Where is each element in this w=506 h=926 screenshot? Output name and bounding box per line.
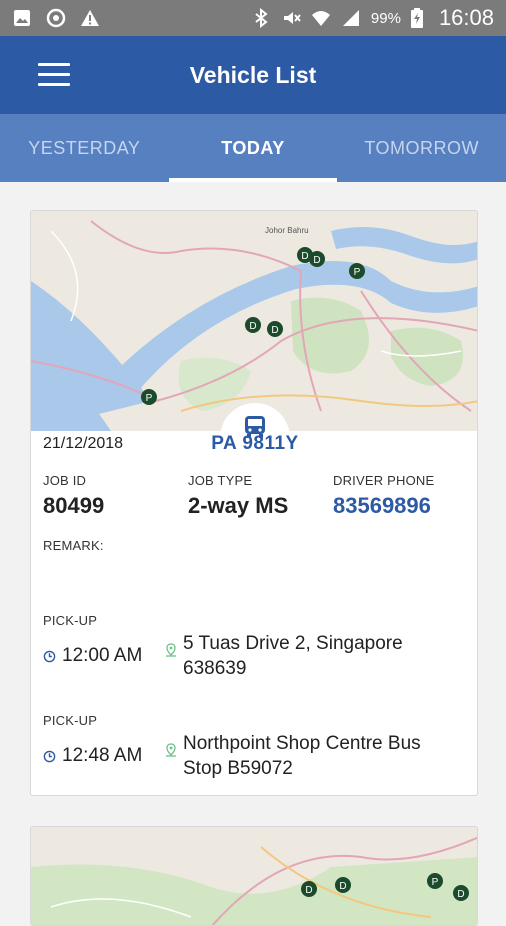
- pickup-address-line1: 5 Tuas Drive 2, Singapore: [183, 633, 403, 654]
- clock-icon: [43, 750, 56, 762]
- map-marker-d[interactable]: D: [267, 321, 283, 337]
- map-marker-d[interactable]: D: [301, 881, 317, 897]
- vehicle-plate: PA 9811Y: [211, 433, 299, 454]
- driver-phone-link[interactable]: 83569896: [333, 493, 431, 519]
- tab-tomorrow[interactable]: TOMORROW: [337, 114, 506, 182]
- svg-text:D: D: [313, 255, 320, 266]
- location-pin-icon: [166, 743, 176, 757]
- signal-icon: [342, 10, 359, 26]
- clock: 16:08: [438, 5, 494, 30]
- job-type-value: 2-way MS: [188, 493, 289, 518]
- tab-today[interactable]: TODAY: [168, 114, 338, 182]
- svg-text:D: D: [271, 325, 278, 336]
- pickup-address-line2: 638639: [183, 658, 247, 679]
- status-bar: 99% 16:08: [0, 0, 506, 36]
- warning-icon: [81, 10, 99, 26]
- map-city-label: Johor Bahru: [265, 226, 309, 235]
- clock-icon: [43, 650, 56, 662]
- app-bar: Vehicle List: [0, 36, 506, 114]
- battery-percent: 99%: [370, 9, 401, 27]
- pickup-address-line2: Stop B59072: [183, 758, 293, 779]
- svg-text:D: D: [457, 889, 464, 900]
- pickup-time-row: 12:48 AM: [43, 745, 142, 767]
- sync-icon: [46, 8, 66, 28]
- vehicle-card[interactable]: Johor Bahru D D P D D P 21/12/2018 PA 98…: [30, 210, 478, 796]
- pickup-address-row: Northpoint Shop Centre Bus Stop B59072: [165, 731, 421, 781]
- svg-text:D: D: [339, 881, 346, 892]
- pickup-address-line1: Northpoint Shop Centre Bus: [183, 733, 421, 754]
- driver-phone-label: DRIVER PHONE: [333, 473, 435, 488]
- pickup-label: PICK-UP: [43, 613, 98, 628]
- bluetooth-icon: [255, 8, 268, 28]
- vehicle-card[interactable]: D D P D: [30, 826, 478, 926]
- map-marker-d[interactable]: D: [453, 885, 469, 901]
- map-marker-p[interactable]: P: [349, 263, 365, 279]
- map-marker-d[interactable]: D: [309, 251, 325, 267]
- map-marker-d[interactable]: D: [245, 317, 261, 333]
- svg-text:D: D: [301, 251, 308, 262]
- map-marker-d[interactable]: D: [335, 877, 351, 893]
- map-marker-p[interactable]: P: [427, 873, 443, 889]
- svg-text:D: D: [305, 885, 312, 896]
- route-map[interactable]: D D P D: [31, 827, 478, 926]
- location-pin-icon: [166, 643, 176, 657]
- hamburger-icon[interactable]: [38, 63, 70, 87]
- tab-yesterday[interactable]: YESTERDAY: [0, 114, 169, 182]
- job-type-label: JOB TYPE: [188, 473, 253, 488]
- mute-icon: [283, 12, 301, 24]
- pickup-time-row: 12:00 AM: [43, 645, 142, 667]
- gallery-icon: [14, 10, 30, 26]
- svg-text:D: D: [249, 321, 256, 332]
- job-id-value: 80499: [43, 493, 105, 518]
- pickup-time: 12:48 AM: [62, 745, 143, 766]
- pickup-time: 12:00 AM: [62, 645, 143, 666]
- svg-text:P: P: [432, 877, 439, 888]
- svg-text:P: P: [146, 393, 153, 404]
- wifi-icon: [311, 11, 330, 26]
- battery-icon: [410, 8, 423, 28]
- svg-text:P: P: [354, 267, 361, 278]
- day-tabs: YESTERDAY TODAY TOMORROW: [0, 114, 506, 182]
- map-marker-p[interactable]: P: [141, 389, 157, 405]
- route-map[interactable]: Johor Bahru D D P D D P: [31, 211, 478, 431]
- remark-label: REMARK:: [43, 538, 104, 553]
- job-id-label: JOB ID: [43, 473, 87, 488]
- pickup-address-row: 5 Tuas Drive 2, Singapore 638639: [165, 631, 403, 681]
- pickup-label: PICK-UP: [43, 713, 98, 728]
- page-title: Vehicle List: [189, 61, 317, 88]
